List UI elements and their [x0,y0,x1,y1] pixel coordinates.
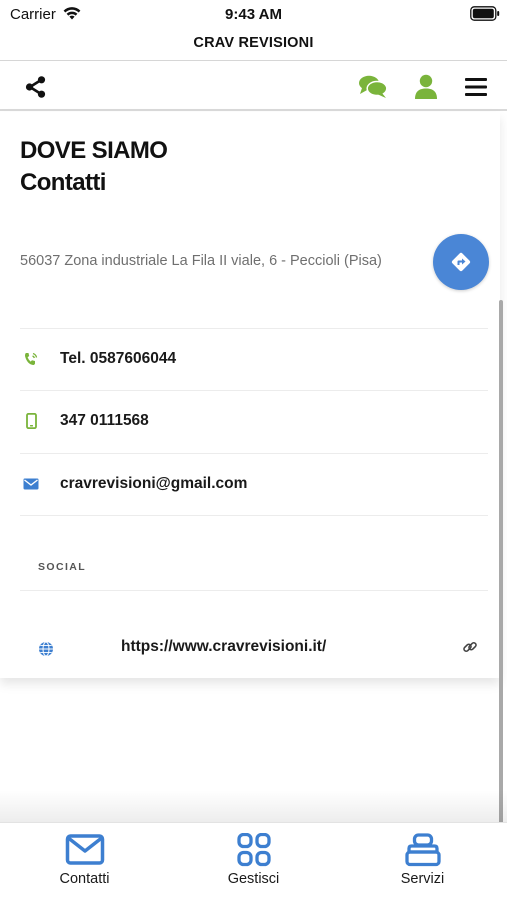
mobile-number[interactable]: 347 0111568 [60,412,149,430]
divider [20,515,488,516]
menu-icon [465,78,487,96]
envelope-icon [23,478,39,490]
page-subtitle: Contatti [20,169,106,196]
tab-label: Servizi [400,871,445,887]
tab-label: Contatti [59,871,110,887]
tabbar-shadow [0,790,507,822]
tab-gestisci[interactable]: Gestisci [169,823,338,900]
tab-bar: Contatti Gestisci Servizi [0,822,507,900]
user-icon [415,74,437,99]
tab-contatti[interactable]: Contatti [0,823,169,900]
menu-button[interactable] [462,73,490,101]
social-section-header: SOCIAL [38,561,87,573]
link-icon[interactable] [462,639,478,655]
email-row[interactable]: cravrevisioni@gmail.com [20,464,488,504]
divider [20,590,488,591]
share-icon [25,76,46,98]
email-address[interactable]: cravrevisioni@gmail.com [60,475,247,493]
divider [20,453,488,454]
contacts-card: DOVE SIAMO Contatti 56037 Zona industria… [0,112,500,678]
chat-button[interactable] [358,73,388,101]
phone-icon [25,352,38,365]
divider [20,328,488,329]
toolbar [0,60,507,111]
stack-icon [404,833,441,867]
page-title: DOVE SIAMO [20,137,168,164]
account-button[interactable] [412,73,440,101]
chat-icon [359,75,388,98]
directions-button[interactable] [433,234,489,290]
tab-label: Gestisci [227,871,280,887]
phone-number[interactable]: Tel. 0587606044 [60,350,176,368]
tab-servizi[interactable]: Servizi [338,823,507,900]
battery-icon [470,6,500,21]
app-title: CRAV REVISIONI [193,35,314,51]
phone-row[interactable]: Tel. 0587606044 [20,339,488,379]
grid-icon [236,833,271,867]
share-button[interactable] [22,73,50,101]
address-text: 56037 Zona industriale La Fila II viale,… [20,253,382,269]
website-row[interactable]: https://www.cravrevisioni.it/ [20,630,488,666]
website-url[interactable]: https://www.cravrevisioni.it/ [121,638,326,656]
globe-icon [39,641,53,657]
mobile-phone-icon [26,413,37,429]
mobile-row[interactable]: 347 0111568 [20,401,488,441]
divider [20,390,488,391]
directions-icon [451,252,471,272]
status-bar: Carrier 9:43 AM [0,0,507,28]
envelope-icon [65,834,104,865]
clock: 9:43 AM [225,6,282,23]
